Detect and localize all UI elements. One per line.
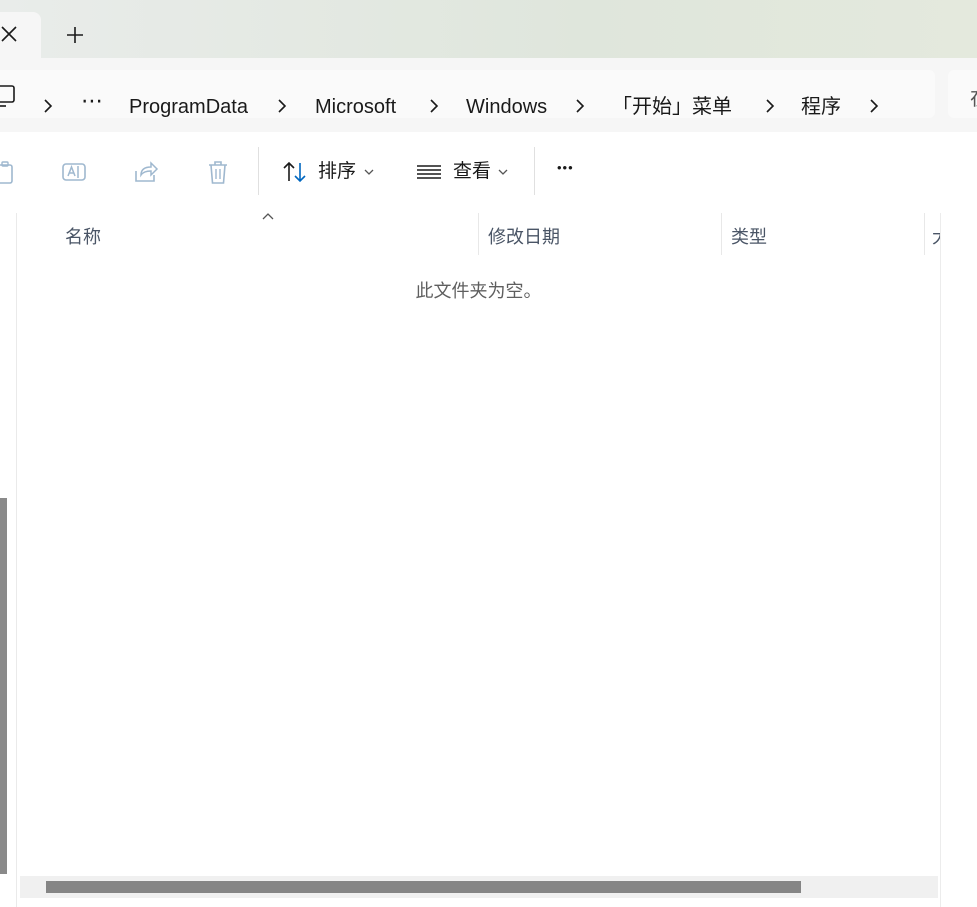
column-header-type[interactable]: 类型	[731, 223, 767, 249]
column-divider[interactable]	[721, 213, 722, 255]
breadcrumb-item-windows[interactable]: Windows	[466, 94, 547, 120]
toolbar-divider	[258, 147, 259, 195]
breadcrumb-overflow[interactable]: ⋯	[81, 88, 103, 114]
delete-icon[interactable]	[203, 157, 233, 187]
sort-label: 排序	[318, 161, 357, 182]
breadcrumb-item-programs[interactable]: 程序	[801, 94, 841, 120]
chevron-right-icon[interactable]	[574, 97, 586, 115]
tab-strip	[0, 0, 977, 58]
view-button[interactable]: 查看	[414, 132, 514, 213]
toolbar-divider	[534, 147, 535, 195]
chevron-down-icon	[498, 169, 508, 175]
details-pane-edge	[940, 213, 977, 907]
address-bar[interactable]: ⋯ ProgramData Microsoft Windows 「开始」菜单 程…	[0, 70, 935, 118]
column-divider[interactable]	[924, 213, 925, 255]
chevron-right-icon[interactable]	[764, 97, 776, 115]
plus-icon[interactable]	[64, 24, 86, 46]
chevron-right-icon[interactable]	[868, 97, 880, 115]
column-header-modified[interactable]: 修改日期	[488, 223, 560, 249]
view-label: 查看	[453, 161, 492, 182]
breadcrumb-item-programdata[interactable]: ProgramData	[129, 94, 248, 120]
chevron-right-icon[interactable]	[428, 97, 440, 115]
horizontal-scrollbar-thumb[interactable]	[46, 881, 801, 893]
chevron-down-icon	[364, 169, 374, 175]
this-pc-icon[interactable]	[0, 84, 18, 108]
column-header-size[interactable]: 大	[932, 223, 940, 249]
more-icon: •••	[557, 160, 574, 175]
column-header-name[interactable]: 名称	[65, 223, 101, 249]
chevron-right-icon[interactable]	[276, 97, 288, 115]
file-list-area[interactable]: 名称 修改日期 类型 大 此文件夹为空。	[17, 213, 940, 907]
sort-icon	[283, 161, 306, 183]
more-options-button[interactable]: •••	[552, 150, 592, 194]
view-icon	[417, 165, 441, 179]
empty-folder-message: 此文件夹为空。	[415, 281, 542, 301]
breadcrumb-item-microsoft[interactable]: Microsoft	[315, 94, 396, 120]
column-divider[interactable]	[478, 213, 479, 255]
command-bar: 排序 查看 •••	[0, 132, 977, 214]
share-icon[interactable]	[131, 157, 161, 187]
address-row: ⋯ ProgramData Microsoft Windows 「开始」菜单 程…	[0, 58, 977, 133]
chevron-right-icon[interactable]	[42, 97, 54, 115]
close-icon[interactable]	[0, 23, 22, 45]
search-placeholder: 在	[970, 82, 977, 111]
rename-icon[interactable]	[59, 157, 89, 187]
breadcrumb-item-start-menu[interactable]: 「开始」菜单	[612, 94, 732, 120]
sort-ascending-icon	[262, 213, 274, 220]
sort-button[interactable]: 排序	[280, 132, 380, 213]
paste-icon[interactable]	[0, 157, 22, 187]
search-box[interactable]: 在	[948, 70, 977, 118]
navigation-scrollbar[interactable]	[0, 498, 7, 874]
